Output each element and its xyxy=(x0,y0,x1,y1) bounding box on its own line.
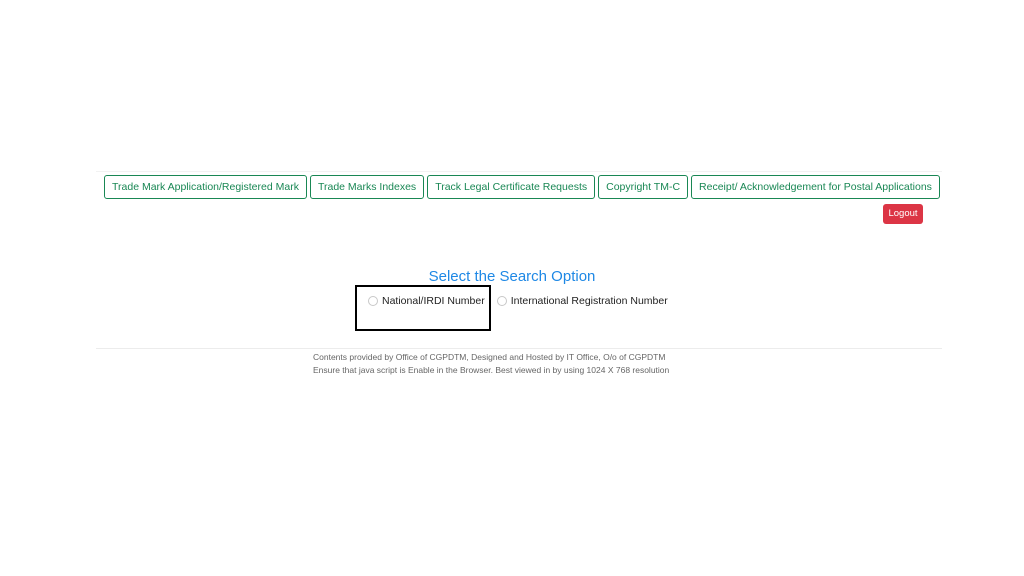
footer-credits: Contents provided by Office of CGPDTM, D… xyxy=(313,352,666,362)
logout-button[interactable]: Logout xyxy=(883,204,923,224)
nav-trade-marks-indexes-button[interactable]: Trade Marks Indexes xyxy=(309,175,425,199)
option-international-registration[interactable]: International Registration Number xyxy=(496,295,668,307)
footer: Contents provided by Office of CGPDTM, D… xyxy=(313,351,669,377)
option-national-irdi-label: National/IRDI Number xyxy=(382,295,485,307)
radio-international-registration[interactable] xyxy=(496,296,507,306)
footer-divider xyxy=(96,348,942,349)
top-divider xyxy=(96,171,942,172)
nav-copyright-tmc-button[interactable]: Copyright TM-C xyxy=(598,175,689,199)
highlight-box xyxy=(355,285,491,331)
option-international-registration-label: International Registration Number xyxy=(510,295,668,307)
page: Trade Mark Application/Registered Mark T… xyxy=(0,0,1024,576)
nav-bar: Trade Mark Application/Registered Mark T… xyxy=(104,175,940,199)
search-options: National/IRDI Number International Regis… xyxy=(368,295,680,307)
radio-national-irdi[interactable] xyxy=(368,296,378,306)
option-national-irdi[interactable]: National/IRDI Number xyxy=(368,295,485,307)
footer-browser-note: Ensure that java script is Enable in the… xyxy=(313,365,670,375)
search-option-title: Select the Search Option xyxy=(428,268,596,285)
nav-track-legal-certificate-button[interactable]: Track Legal Certificate Requests xyxy=(427,175,596,199)
nav-receipt-acknowledgement-button[interactable]: Receipt/ Acknowledgement for Postal Appl… xyxy=(691,175,940,199)
nav-trade-mark-application-button[interactable]: Trade Mark Application/Registered Mark xyxy=(104,175,307,199)
